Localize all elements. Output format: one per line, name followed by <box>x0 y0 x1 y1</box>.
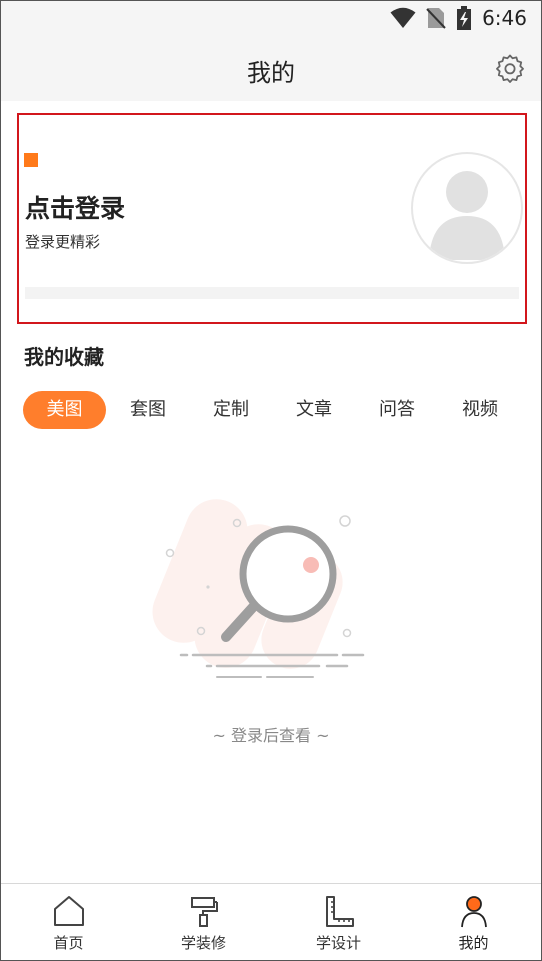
ruler-icon <box>325 896 354 927</box>
nav-item-mine[interactable]: 我的 <box>406 884 541 960</box>
nav-item-learn-decoration[interactable]: 学装修 <box>136 884 271 960</box>
magnifier-empty-icon <box>152 499 365 678</box>
wifi-icon <box>390 7 416 28</box>
tab-dingzhi[interactable]: 定制 <box>205 391 257 429</box>
app-screen: 6:46 我的 点击登录 登录更精彩 我的收藏 美图 套图 定制 文章 问答 视… <box>0 0 542 961</box>
no-sim-icon <box>426 8 446 29</box>
empty-state-text: ~ 登录后查看 ~ <box>212 726 330 745</box>
battery-charging-icon <box>457 6 472 30</box>
nav-label-learn-design: 学设计 <box>315 934 361 952</box>
home-icon <box>53 896 84 926</box>
nav-item-home[interactable]: 首页 <box>1 884 136 960</box>
bottom-navigation: 首页 学装修 学设计 我的 <box>1 883 541 960</box>
user-icon <box>460 896 487 928</box>
nav-item-learn-design[interactable]: 学设计 <box>271 884 406 960</box>
favorites-tabs: 美图 套图 定制 文章 问答 视频 <box>23 391 527 429</box>
page-title: 我的 <box>247 59 295 87</box>
tab-shipin[interactable]: 视频 <box>454 391 506 429</box>
card-divider <box>25 287 519 299</box>
status-bar: 6:46 <box>1 1 541 35</box>
nav-label-mine: 我的 <box>458 934 489 952</box>
login-title[interactable]: 点击登录 <box>25 189 125 225</box>
login-card[interactable]: 点击登录 登录更精彩 <box>17 113 527 324</box>
paint-roller-icon <box>190 897 218 927</box>
gear-icon[interactable] <box>495 53 525 83</box>
avatar-silhouette <box>429 171 505 260</box>
favorites-title: 我的收藏 <box>24 345 104 369</box>
tab-wenzhang[interactable]: 文章 <box>288 391 340 429</box>
default-avatar-icon[interactable] <box>411 152 523 264</box>
status-time: 6:46 <box>482 6 527 30</box>
accent-square <box>24 153 38 167</box>
nav-label-home: 首页 <box>53 934 84 952</box>
tab-wenda[interactable]: 问答 <box>371 391 423 429</box>
tab-taotu[interactable]: 套图 <box>122 391 174 429</box>
status-icons: 6:46 <box>390 6 527 30</box>
top-app-bar: 我的 <box>1 35 541 101</box>
login-subtitle: 登录更精彩 <box>25 233 101 251</box>
nav-label-learn-decoration: 学装修 <box>180 934 226 952</box>
tab-meitu[interactable]: 美图 <box>23 391 106 429</box>
